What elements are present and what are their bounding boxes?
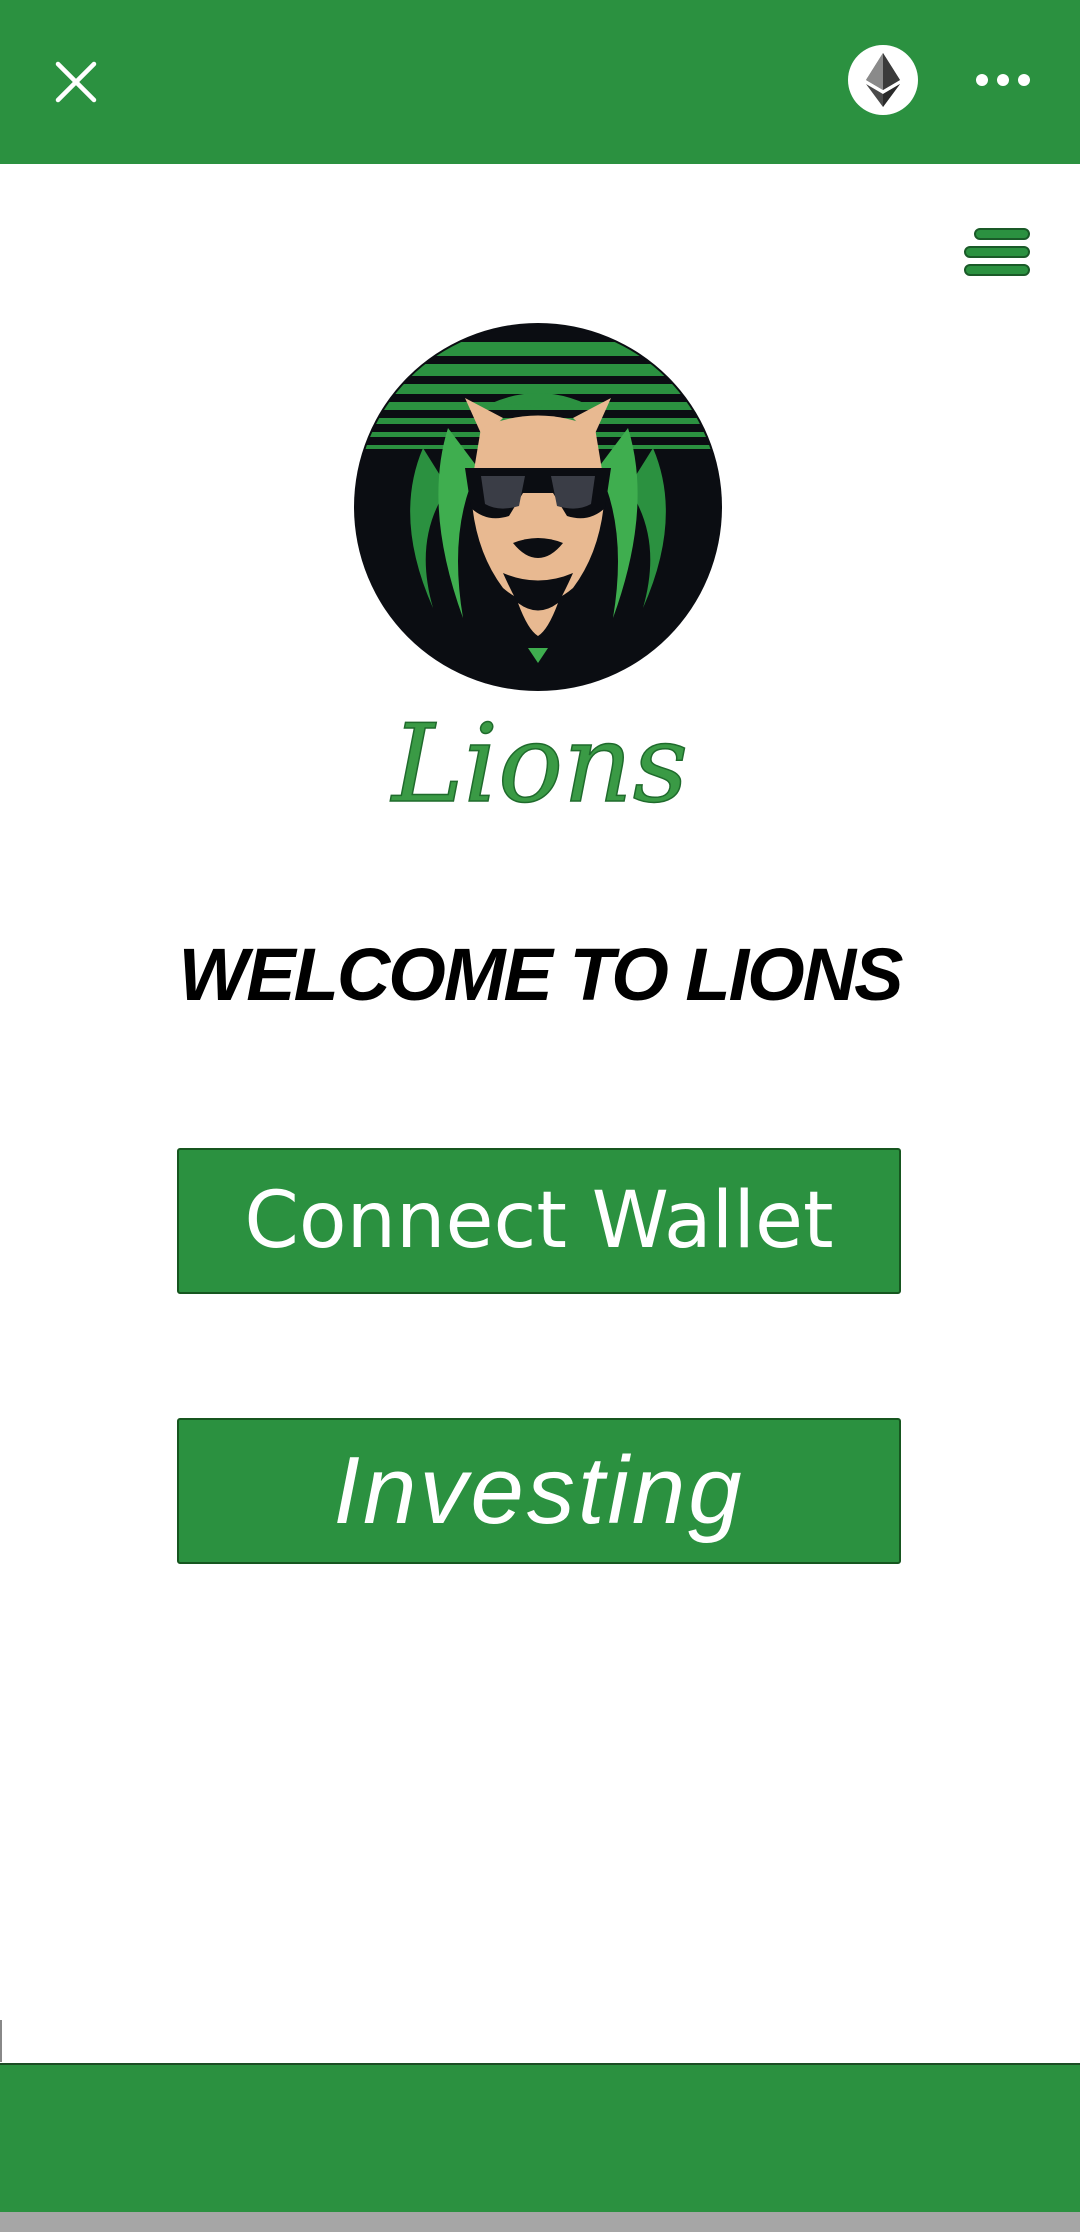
top-app-bar (0, 0, 1080, 164)
ethereum-icon (866, 53, 900, 107)
menu-bar (964, 264, 1030, 276)
bottom-bar (0, 2063, 1080, 2212)
brand-name: Lions (391, 701, 689, 828)
investing-button[interactable]: Investing (177, 1418, 901, 1564)
hamburger-menu-button[interactable] (960, 226, 1034, 278)
edge-marker (0, 2020, 2, 2062)
close-icon (55, 61, 97, 103)
menu-bar (964, 246, 1030, 258)
welcome-heading: WELCOME TO LIONS (178, 933, 903, 1016)
connect-wallet-label: Connect Wallet (244, 1176, 834, 1266)
investing-label: Investing (333, 1437, 745, 1544)
lion-logo (354, 323, 722, 691)
menu-bar (974, 228, 1030, 240)
network-button[interactable] (848, 45, 918, 115)
connect-wallet-button[interactable]: Connect Wallet (177, 1148, 901, 1294)
close-button[interactable] (40, 46, 112, 118)
system-navigation-strip (0, 2212, 1080, 2232)
more-options-button[interactable] (970, 60, 1036, 100)
more-horizontal-icon (976, 74, 1030, 86)
